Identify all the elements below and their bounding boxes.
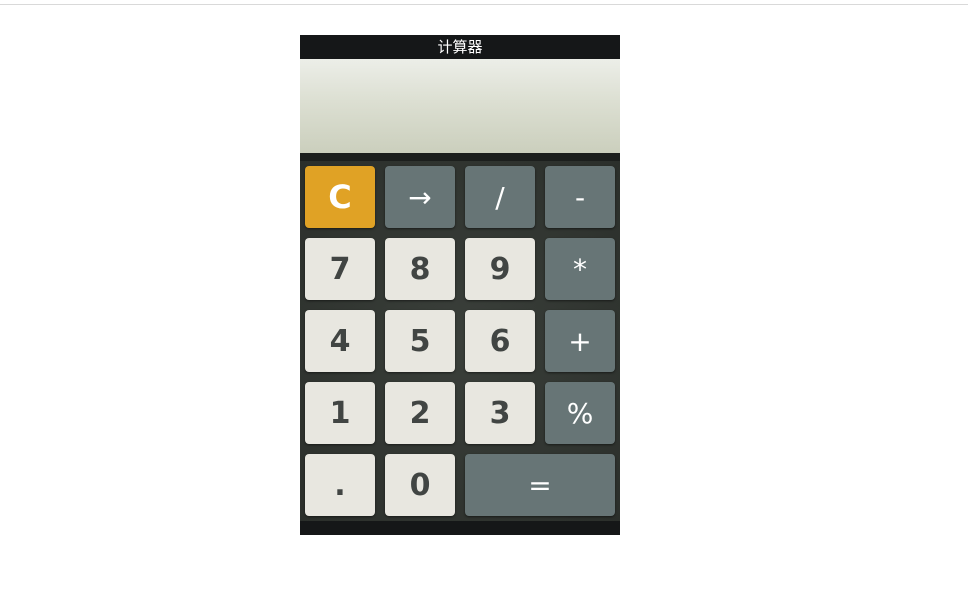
subtract-button[interactable]: - <box>545 166 615 228</box>
divide-button[interactable]: / <box>465 166 535 228</box>
clear-button[interactable]: C <box>305 166 375 228</box>
digit-6-button[interactable]: 6 <box>465 310 535 372</box>
browser-top-border <box>0 0 968 5</box>
decimal-button[interactable]: . <box>305 454 375 516</box>
equals-button[interactable]: = <box>465 454 615 516</box>
digit-1-button[interactable]: 1 <box>305 382 375 444</box>
calculator-title: 计算器 <box>300 35 620 59</box>
digit-8-button[interactable]: 8 <box>385 238 455 300</box>
backspace-button[interactable]: → <box>385 166 455 228</box>
digit-3-button[interactable]: 3 <box>465 382 535 444</box>
percent-button[interactable]: % <box>545 382 615 444</box>
digit-9-button[interactable]: 9 <box>465 238 535 300</box>
calculator-display <box>300 59 620 153</box>
digit-7-button[interactable]: 7 <box>305 238 375 300</box>
calculator-bottom-bar <box>300 521 620 535</box>
multiply-button[interactable]: * <box>545 238 615 300</box>
add-button[interactable]: + <box>545 310 615 372</box>
display-separator <box>300 153 620 161</box>
digit-2-button[interactable]: 2 <box>385 382 455 444</box>
digit-5-button[interactable]: 5 <box>385 310 455 372</box>
digit-4-button[interactable]: 4 <box>305 310 375 372</box>
calculator: 计算器 C → / - 7 8 9 * 4 5 6 + 1 2 3 % . 0 … <box>300 35 620 535</box>
keypad: C → / - 7 8 9 * 4 5 6 + 1 2 3 % . 0 = <box>300 161 620 521</box>
digit-0-button[interactable]: 0 <box>385 454 455 516</box>
